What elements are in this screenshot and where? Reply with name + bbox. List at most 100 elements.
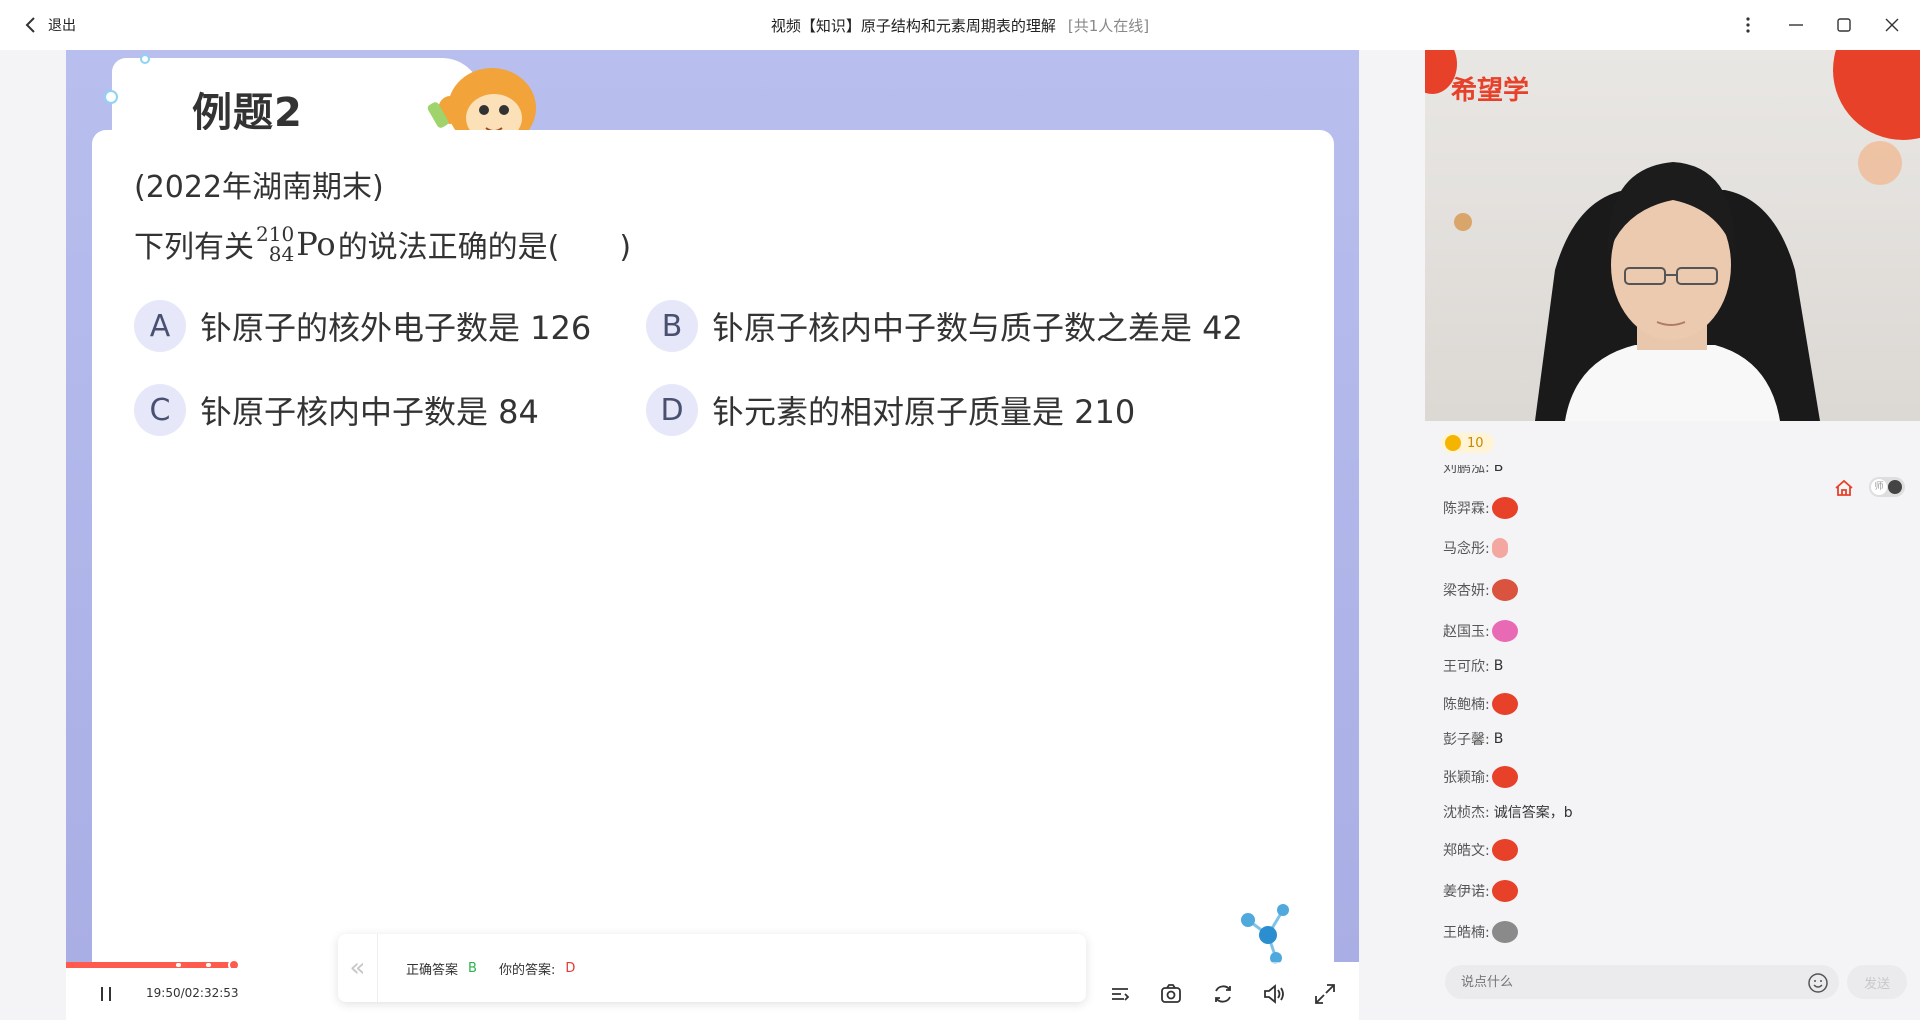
option-letter: B xyxy=(646,300,698,352)
my-answer-label: 你的答案: xyxy=(498,963,556,978)
chat-author: 郑皓文: xyxy=(1443,843,1490,859)
element-symbol: Po xyxy=(296,225,336,263)
chat-message: 陈羿霖: xyxy=(1443,497,1518,519)
chat-message: 张颖瑜: xyxy=(1443,766,1518,788)
chat-author: 姜伊诺: xyxy=(1443,884,1490,900)
atomic-number: 84 xyxy=(268,242,295,266)
nuclide-notation: 210 84 Po xyxy=(256,224,336,264)
minimize-button[interactable] xyxy=(1783,12,1809,38)
chat-message: 刘鹏泓: B xyxy=(1443,459,1504,477)
question-card: (2022年湖南期末) 下列有关 210 84 Po 的说法正确的是( ) A 钋… xyxy=(92,130,1334,970)
option-letter: A xyxy=(134,300,186,352)
smiley-icon[interactable] xyxy=(1807,972,1829,994)
volume-icon[interactable] xyxy=(1260,980,1288,1008)
option-text: 钋原子核内中子数与质子数之差是 42 xyxy=(712,309,1243,347)
more-vertical-icon xyxy=(1746,17,1750,33)
maximize-button[interactable] xyxy=(1831,12,1857,38)
chat-author: 陈羿霖: xyxy=(1443,501,1490,517)
option-letter: D xyxy=(646,384,698,436)
mass-number: 210 xyxy=(256,222,295,246)
chat-text: B xyxy=(1493,459,1504,475)
toggle-knob xyxy=(1888,480,1902,494)
house-icon[interactable] xyxy=(1833,477,1855,499)
monkey-sticker-icon xyxy=(1491,921,1518,943)
correct-answer-label: 正确答案 xyxy=(406,963,459,978)
chat-message: 姜伊诺: xyxy=(1443,880,1518,902)
chat-text: B xyxy=(1493,658,1504,674)
chat-author: 彭子馨: xyxy=(1443,732,1490,748)
chapter-marker[interactable] xyxy=(268,963,273,967)
chat-author: 王可欣: xyxy=(1443,659,1490,675)
chat-message: 郑皓文: xyxy=(1443,839,1518,861)
chat-input[interactable] xyxy=(1445,965,1839,999)
fullscreen-icon[interactable] xyxy=(1311,980,1339,1008)
online-count: [共1人在线] xyxy=(1067,17,1150,35)
chat-text: 诚信答案，b xyxy=(1493,805,1573,821)
teacher-camera: 希望学 xyxy=(1425,50,1920,421)
send-button[interactable]: 发送 xyxy=(1847,965,1907,999)
hand-sticker-icon xyxy=(1491,538,1508,558)
chapter-marker[interactable] xyxy=(176,963,181,967)
chapter-marker[interactable] xyxy=(206,963,211,967)
answer-result-popup: « 正确答案 B 你的答案: D xyxy=(338,934,1086,1002)
question-prefix: 下列有关 xyxy=(134,230,254,265)
option-text: 钋原子核内中子数是 84 xyxy=(200,393,539,431)
answer-row: 正确答案 B 你的答案: D xyxy=(406,959,575,978)
chapter-marker[interactable] xyxy=(1276,963,1281,967)
coin-count: 10 xyxy=(1467,435,1484,451)
minimize-icon xyxy=(1789,24,1803,26)
chat-author: 梁杏妍: xyxy=(1443,583,1490,599)
maximize-icon xyxy=(1837,18,1851,32)
playback-time: 19:50/02:32:53 xyxy=(146,986,239,1000)
chat-message: 王皓楠: xyxy=(1443,921,1518,943)
chat-author: 赵国玉: xyxy=(1443,624,1490,640)
coin-icon xyxy=(1445,435,1461,451)
monkey-sticker-icon xyxy=(1491,579,1518,601)
refresh-icon[interactable] xyxy=(1209,980,1237,1008)
option-b: B 钋原子核内中子数与质子数之差是 42 xyxy=(646,300,1243,352)
chat-message: 陈鲍楠: xyxy=(1443,693,1518,715)
subtitle-icon[interactable] xyxy=(1106,980,1134,1008)
mouth-sticker-icon xyxy=(1491,497,1518,519)
screenshot-icon[interactable] xyxy=(1157,980,1185,1008)
close-button[interactable] xyxy=(1879,12,1905,38)
chat-author: 陈鲍楠: xyxy=(1443,697,1490,713)
option-a: A 钋原子的核外电子数是 126 xyxy=(134,300,591,352)
chat-message: 梁杏妍: xyxy=(1443,579,1518,601)
chat-author: 张颖瑜: xyxy=(1443,770,1490,786)
my-answer-value: D xyxy=(565,961,576,976)
option-d: D 钋元素的相对原子质量是 210 xyxy=(646,384,1135,436)
chat-message: 赵国玉: xyxy=(1443,620,1518,642)
teacher-video-frame xyxy=(1454,50,1920,421)
pause-button[interactable] xyxy=(94,982,118,1006)
mouth-sticker-icon xyxy=(1491,880,1518,902)
teacher-only-toggle[interactable]: 师 xyxy=(1869,477,1905,497)
pause-icon xyxy=(109,987,111,1001)
close-icon xyxy=(1885,18,1899,32)
mouth-sticker-icon xyxy=(1491,693,1518,715)
question-suffix: 的说法正确的是( ) xyxy=(337,230,632,265)
video-player[interactable]: 例题2 (2022年湖南期末) 下列有关 210 84 Po 的说法正确的是(… xyxy=(66,50,1359,1020)
chapter-marker[interactable] xyxy=(1216,963,1221,967)
chat-author: 沈桢杰: xyxy=(1443,805,1490,821)
chat-message: 彭子馨: B xyxy=(1443,729,1503,749)
title-bar: 退出 视频【知识】原子结构和元素周期表的理解 [共1人在线] xyxy=(0,0,1920,50)
question-source: (2022年湖南期末) xyxy=(134,170,384,205)
mouth-sticker-icon xyxy=(1491,766,1518,788)
more-menu-button[interactable] xyxy=(1735,12,1761,38)
chat-message: 沈桢杰: 诚信答案，b xyxy=(1443,802,1573,822)
tab-decor-dot xyxy=(140,54,150,64)
chat-message: 王可欣: B xyxy=(1443,656,1503,676)
chat-author: 刘鹏泓: xyxy=(1443,460,1490,476)
collapse-popup-button[interactable]: « xyxy=(338,934,378,1002)
coin-counter: 10 xyxy=(1441,433,1494,453)
chapter-marker[interactable] xyxy=(1156,963,1161,967)
option-text: 钋元素的相对原子质量是 210 xyxy=(712,393,1136,431)
heart-sticker-icon xyxy=(1491,620,1518,642)
course-title: 视频【知识】原子结构和元素周期表的理解 xyxy=(770,17,1056,35)
pause-icon xyxy=(101,987,103,1001)
option-c: C 钋原子核内中子数是 84 xyxy=(134,384,539,436)
teacher-toggle-label: 师 xyxy=(1871,479,1887,495)
chapter-marker[interactable] xyxy=(1086,963,1091,967)
tab-decor-dot xyxy=(104,90,118,104)
